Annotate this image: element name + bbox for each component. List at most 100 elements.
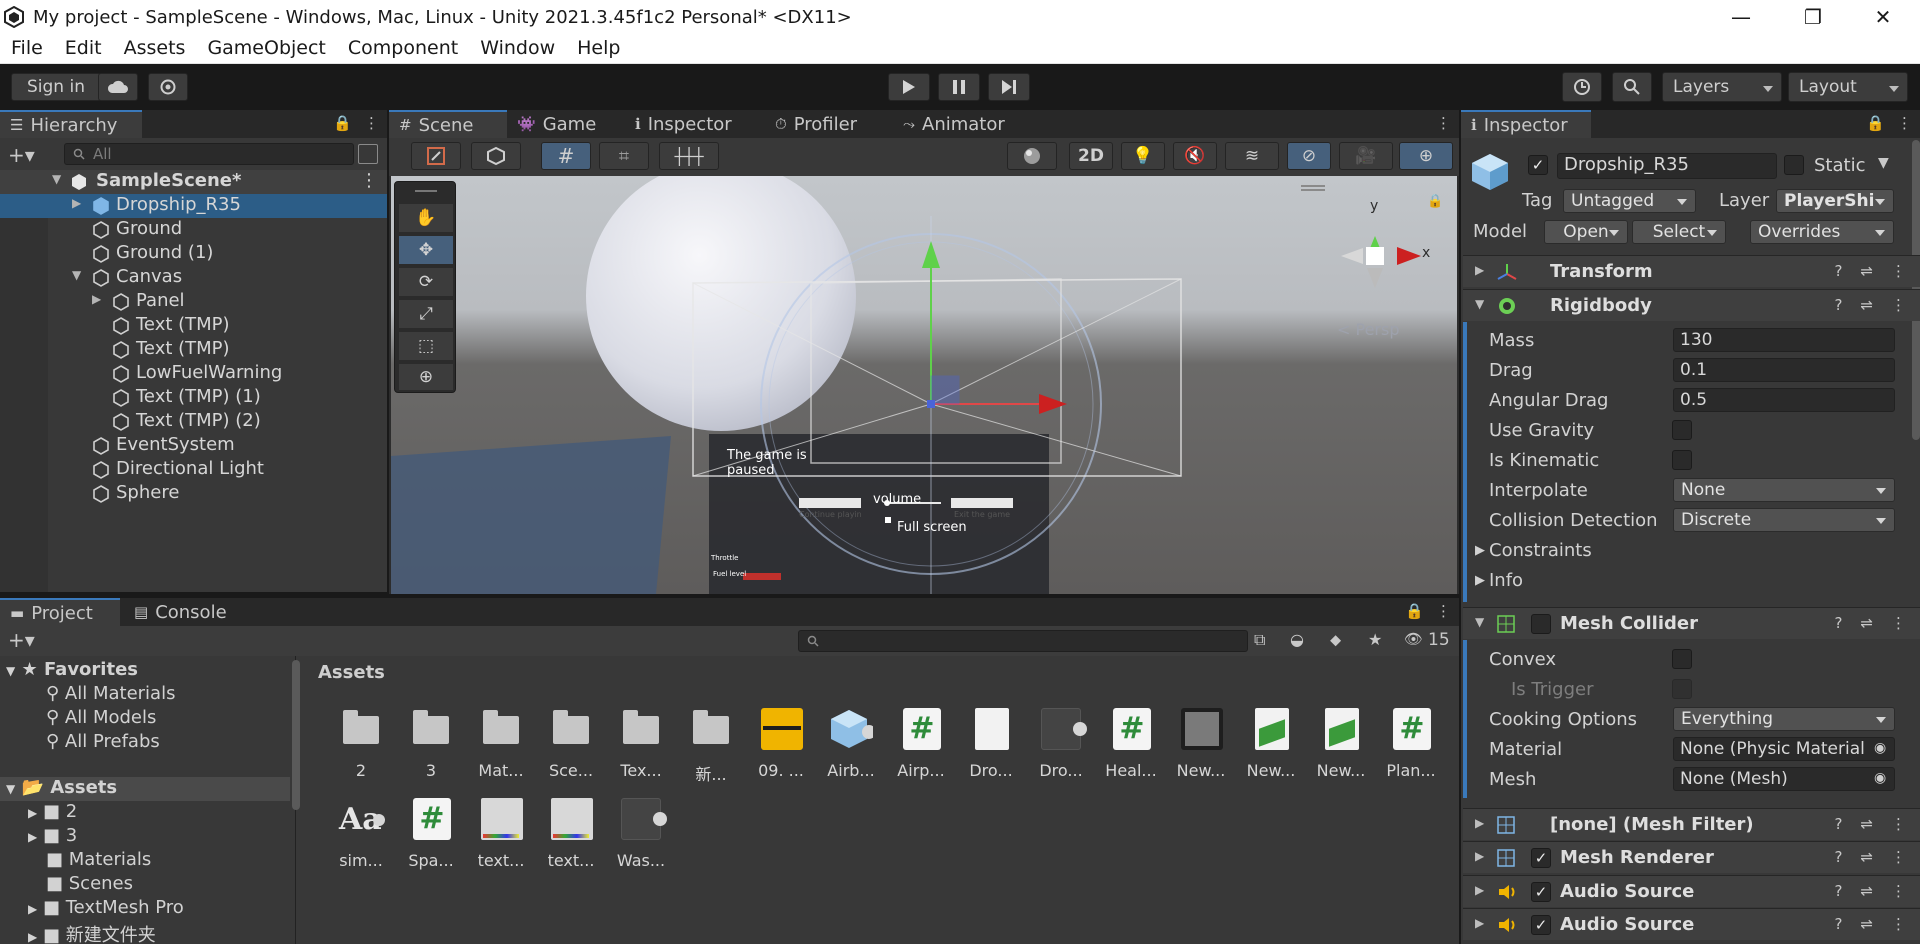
lock-icon[interactable]: 🔒 <box>333 114 352 132</box>
tab-inspector-right[interactable]: ℹ Inspector <box>1461 110 1591 138</box>
asset-tile[interactable]: New... <box>1310 706 1372 796</box>
presets-icon[interactable]: ⇌ <box>1860 882 1873 900</box>
rect-tool-button[interactable]: ⬚ <box>399 332 453 360</box>
favorites-row[interactable]: ▼ ★ Favorites <box>6 659 138 683</box>
gizmos-button[interactable]: ⊕ <box>1399 142 1453 170</box>
mesh-filter-component-header[interactable]: ▶ [none] (Mesh Filter) ? ⇌ ⋮ <box>1463 808 1920 840</box>
ruler-button[interactable]: ┼┼┼ <box>659 142 719 170</box>
info-row[interactable]: ▶ Info <box>1463 567 1920 595</box>
collapse-arrow-icon[interactable]: ▶ <box>1475 573 1485 588</box>
grid-snap-button[interactable]: # <box>541 142 591 170</box>
orientation-lock-icon[interactable]: 🔒 <box>1427 194 1443 209</box>
gizmo-x-arrow[interactable] <box>1039 394 1067 414</box>
tree-folder-scenes[interactable]: ■ Scenes <box>46 873 133 897</box>
static-checkbox[interactable] <box>1784 155 1804 175</box>
presets-icon[interactable]: ⇌ <box>1860 915 1873 933</box>
scene-menu-icon[interactable]: ⋮ <box>360 170 378 191</box>
kebab-menu-icon[interactable]: ⋮ <box>1436 602 1451 620</box>
object-name-input[interactable]: Dropship_R35 <box>1557 153 1777 179</box>
asset-tile[interactable]: Dro... <box>1030 706 1092 796</box>
hierarchy-item[interactable]: Ground <box>0 218 387 242</box>
audio-source-enabled-checkbox[interactable]: ✓ <box>1531 882 1551 902</box>
hierarchy-item[interactable]: Directional Light <box>0 458 387 482</box>
audio-source-component-header[interactable]: ▶ ✓ Audio Source ? ⇌ ⋮ <box>1463 875 1920 907</box>
rigidbody-component-header[interactable]: ▼ Rigidbody ? ⇌ ⋮ <box>1463 289 1920 321</box>
asset-tile[interactable]: New... <box>1170 706 1232 796</box>
breadcrumb[interactable]: Assets <box>318 662 385 683</box>
help-icon[interactable]: ? <box>1834 614 1842 632</box>
rotate-tool-button[interactable]: ⟳ <box>399 268 453 296</box>
collapse-arrow-icon[interactable]: ▶ <box>72 196 81 210</box>
asset-tile[interactable]: text... <box>540 796 602 886</box>
asset-tile[interactable]: Aa sim... <box>330 796 392 886</box>
cooking-dropdown[interactable]: Everything <box>1673 707 1895 731</box>
asset-tile[interactable]: Tex... <box>610 706 672 796</box>
constraints-row[interactable]: ▶ Constraints <box>1463 537 1920 565</box>
gizmo-plane-handle[interactable] <box>930 375 960 405</box>
project-search-input[interactable] <box>798 630 1248 652</box>
collapse-arrow-icon[interactable]: ▶ <box>1475 816 1484 830</box>
layers-dropdown[interactable]: Layers <box>1662 72 1782 102</box>
kebab-menu-icon[interactable]: ⋮ <box>1436 114 1451 132</box>
mesh-collider-component-header[interactable]: ▼ Mesh Collider ? ⇌ ⋮ <box>1463 607 1920 639</box>
audio-source-2-enabled-checkbox[interactable]: ✓ <box>1531 915 1551 935</box>
menu-file[interactable]: File <box>0 34 54 64</box>
scene-row[interactable]: ▼ SampleScene* ⋮ <box>0 170 387 194</box>
orientation-x-cone[interactable] <box>1397 247 1421 265</box>
collapse-arrow-icon[interactable]: ▶ <box>28 902 37 916</box>
expand-arrow-icon[interactable]: ▼ <box>6 664 15 678</box>
expand-arrow-icon[interactable]: ▼ <box>72 268 81 282</box>
hierarchy-item[interactable]: Text (TMP) (2) <box>0 410 387 434</box>
hierarchy-item[interactable]: EventSystem <box>0 434 387 458</box>
collapse-arrow-icon[interactable]: ▶ <box>28 806 37 820</box>
hierarchy-item[interactable]: ▼ Canvas <box>0 266 387 290</box>
tab-inspector[interactable]: ℹ Inspector <box>625 110 742 138</box>
asset-tile[interactable]: text... <box>470 796 532 886</box>
hierarchy-item[interactable]: ▶ Dropship_R35 <box>0 194 387 218</box>
hand-tool-button[interactable]: ✋ <box>399 204 453 232</box>
model-select-button[interactable]: Select <box>1632 220 1726 244</box>
gizmo-y-arrow[interactable] <box>922 241 940 268</box>
mesh-field[interactable]: None (Mesh) <box>1673 767 1895 791</box>
filter-by-type-icon[interactable]: ◒ <box>1290 630 1304 649</box>
transform-component-header[interactable]: ▶ Transform ? ⇌ ⋮ <box>1463 255 1920 287</box>
scene-viewport[interactable]: 🔒 y x < Persp The game is paused volume … <box>391 176 1457 594</box>
help-icon[interactable]: ? <box>1834 882 1842 900</box>
hierarchy-item[interactable]: Ground (1) <box>0 242 387 266</box>
model-open-button[interactable]: Open <box>1544 220 1628 244</box>
effects-toggle[interactable]: ≋ <box>1225 142 1279 170</box>
asset-tile[interactable]: 2 <box>330 706 392 796</box>
hierarchy-item[interactable]: ▶ Panel <box>0 290 387 314</box>
collapse-arrow-icon[interactable]: ▶ <box>1475 263 1484 277</box>
asset-tile[interactable]: Mat... <box>470 706 532 796</box>
kebab-menu-icon[interactable]: ⋮ <box>1891 614 1906 632</box>
lock-icon[interactable]: 🔒 <box>1866 114 1885 132</box>
create-button[interactable]: +▾ <box>8 143 35 167</box>
presets-icon[interactable]: ⇌ <box>1860 848 1873 866</box>
menu-window[interactable]: Window <box>469 34 566 64</box>
menu-gameobject[interactable]: GameObject <box>196 34 336 64</box>
tab-animator[interactable]: ⤳ Animator <box>893 110 1015 138</box>
menu-assets[interactable]: Assets <box>113 34 197 64</box>
kebab-menu-icon[interactable]: ⋮ <box>364 114 379 132</box>
asset-tile[interactable]: Sce... <box>540 706 602 796</box>
favorite-all-materials[interactable]: ⚲ All Materials <box>46 683 175 707</box>
orientation-center-cube[interactable] <box>1366 247 1384 265</box>
favorite-all-models[interactable]: ⚲ All Models <box>46 707 156 731</box>
collapse-arrow-icon[interactable]: ▶ <box>1475 883 1484 897</box>
collapse-arrow-icon[interactable]: ▶ <box>28 830 37 844</box>
mesh-renderer-component-header[interactable]: ▶ ✓ Mesh Renderer ? ⇌ ⋮ <box>1463 841 1920 873</box>
assets-root-row[interactable]: ▼ 📂 Assets <box>0 777 290 801</box>
kebab-menu-icon[interactable]: ⋮ <box>1891 815 1906 833</box>
view-options-button[interactable] <box>471 142 521 170</box>
maximize-button[interactable]: ❐ <box>1782 0 1844 34</box>
kebab-menu-icon[interactable]: ⋮ <box>1891 915 1906 933</box>
use-gravity-checkbox[interactable] <box>1672 420 1692 440</box>
pause-button[interactable] <box>938 73 980 101</box>
cloud-button[interactable] <box>98 73 138 101</box>
tree-folder-textmesh[interactable]: ▶ ■ TextMesh Pro <box>28 897 184 921</box>
asset-tile[interactable]: Airb... <box>820 706 882 796</box>
scene-visibility-icon[interactable] <box>358 144 378 164</box>
help-icon[interactable]: ? <box>1834 815 1842 833</box>
search-scope-icon[interactable]: ⧉ <box>1254 630 1265 650</box>
